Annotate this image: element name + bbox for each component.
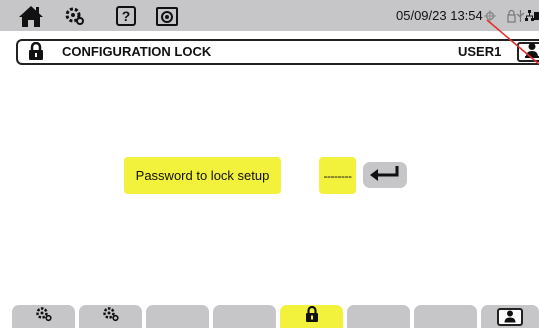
annotation-line bbox=[486, 19, 539, 65]
